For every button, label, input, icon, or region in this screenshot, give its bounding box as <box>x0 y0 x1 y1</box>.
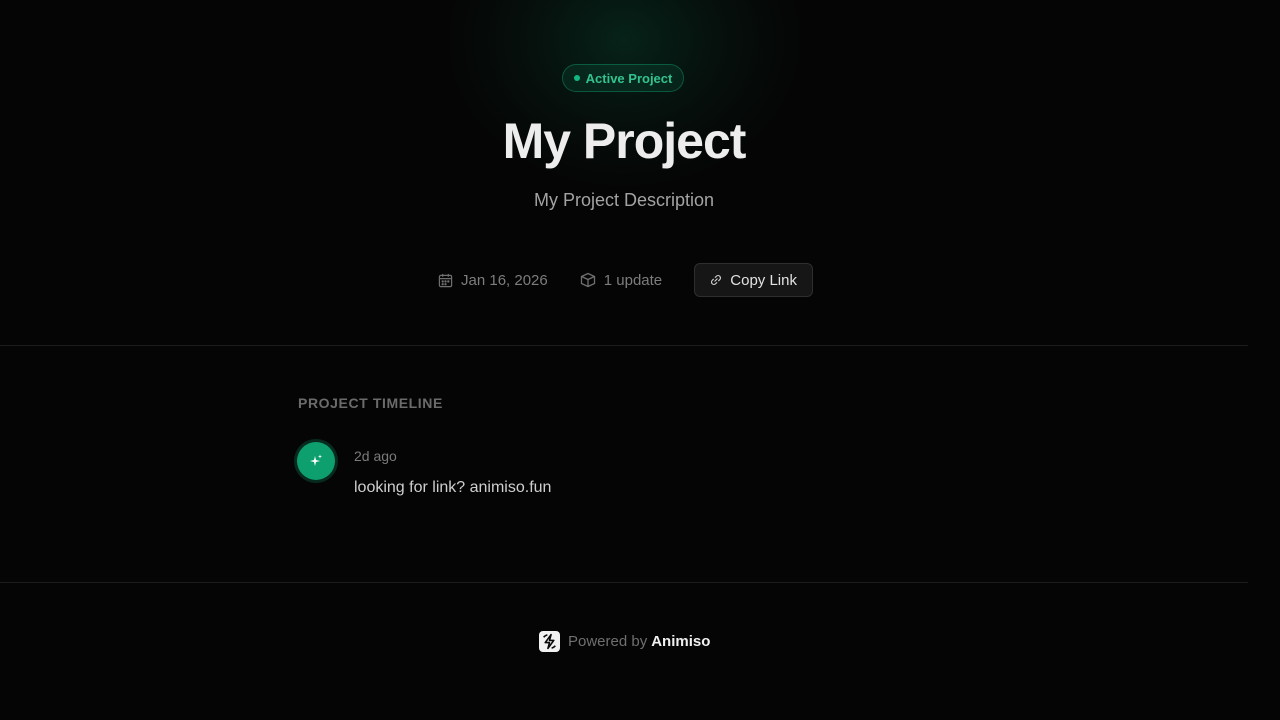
meta-updates-text: 1 update <box>603 271 663 289</box>
powered-by-text: Powered by <box>568 632 648 650</box>
meta-updates: 1 update <box>580 272 662 289</box>
project-page: Active Project My Project My Project Des… <box>0 0 1280 720</box>
page-title: My Project <box>502 113 747 169</box>
link-icon <box>711 275 722 285</box>
timeline-entry-text: looking for link? animiso.fun <box>354 479 552 496</box>
footer[interactable]: Powered by Animiso <box>539 630 710 652</box>
box-icon <box>580 272 595 288</box>
section-divider-bottom <box>0 582 1248 583</box>
status-badge: Active Project <box>562 64 684 92</box>
timeline-heading: PROJECT TIMELINE <box>298 395 443 411</box>
meta-date: Jan 16, 2026 <box>438 272 548 289</box>
timeline-entry-time: 2d ago <box>354 448 397 464</box>
section-divider-top <box>0 345 1248 346</box>
status-dot-icon <box>573 75 580 81</box>
calendar-icon <box>438 273 453 287</box>
project-meta: Jan 16, 2026 1 update Copy Link <box>438 263 814 297</box>
status-badge-label: Active Project <box>585 70 673 86</box>
project-header: Active Project My Project My Project Des… <box>0 0 1248 345</box>
copy-link-button[interactable]: Copy Link <box>694 263 814 297</box>
meta-date-text: Jan 16, 2026 <box>461 271 548 289</box>
sparkles-icon <box>310 454 322 466</box>
copy-link-label: Copy Link <box>730 271 797 289</box>
animiso-logo-icon <box>539 630 560 652</box>
project-description: My Project Description <box>533 190 715 210</box>
brand-name[interactable]: Animiso <box>651 633 710 650</box>
timeline-entry-avatar <box>297 442 335 480</box>
